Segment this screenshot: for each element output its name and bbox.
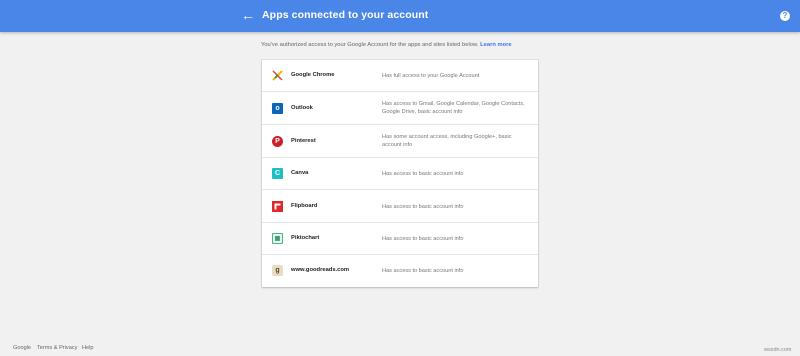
- app-access: Has full access to your Google Account: [382, 73, 480, 79]
- list-item-goodreads[interactable]: g www.goodreads.com Has access to basic …: [262, 255, 538, 287]
- app-name: www.goodreads.com: [291, 267, 350, 273]
- app-access: Has access to basic account info: [382, 171, 464, 177]
- list-item-google-chrome[interactable]: Google Chrome Has full access to your Go…: [262, 60, 538, 92]
- back-arrow-icon[interactable]: ←: [240, 7, 256, 23]
- app-name: Piktochart: [291, 235, 320, 241]
- help-icon[interactable]: ?: [780, 11, 790, 21]
- list-item-canva[interactable]: C Canva Has access to basic account info: [262, 158, 538, 190]
- list-item-flipboard[interactable]: Flipboard Has access to basic account in…: [262, 190, 538, 223]
- goodreads-icon: g: [272, 265, 283, 276]
- app-name: Google Chrome: [291, 72, 335, 78]
- footer-help-link[interactable]: Help: [82, 345, 94, 351]
- app-access: Has some account access, including Googl…: [382, 134, 512, 148]
- connected-apps-list: Google Chrome Has full access to your Go…: [262, 60, 538, 287]
- footer-google-link[interactable]: Google: [13, 345, 31, 351]
- intro-text: You've authorized access to your Google …: [261, 42, 561, 48]
- app-access: Has access to Gmail, Google Calendar, Go…: [382, 101, 525, 115]
- app-name: Canva: [291, 170, 309, 176]
- page-title: Apps connected to your account: [262, 9, 429, 21]
- app-name: Outlook: [291, 105, 313, 111]
- chrome-icon: [272, 70, 283, 81]
- pinterest-icon: P: [272, 136, 283, 147]
- outlook-icon: o: [272, 103, 283, 114]
- intro-description: You've authorized access to your Google …: [261, 42, 479, 48]
- app-name: Flipboard: [291, 203, 318, 209]
- canva-icon: C: [272, 168, 283, 179]
- app-access: Has access to basic account info: [382, 268, 464, 274]
- top-app-bar: ← Apps connected to your account ?: [0, 0, 800, 32]
- watermark: wsxdn.com: [764, 347, 792, 353]
- app-access: Has access to basic account info: [382, 236, 464, 242]
- list-item-pinterest[interactable]: P Pinterest Has some account access, inc…: [262, 125, 538, 158]
- piktochart-icon: ▦: [272, 233, 283, 244]
- app-access: Has access to basic account info: [382, 204, 464, 210]
- list-item-outlook[interactable]: o Outlook Has access to Gmail, Google Ca…: [262, 92, 538, 125]
- flipboard-icon: [272, 201, 283, 212]
- list-item-piktochart[interactable]: ▦ Piktochart Has access to basic account…: [262, 223, 538, 255]
- footer-terms-link[interactable]: Terms & Privacy: [37, 345, 77, 351]
- app-name: Pinterest: [291, 138, 316, 144]
- learn-more-link[interactable]: Learn more: [480, 42, 512, 48]
